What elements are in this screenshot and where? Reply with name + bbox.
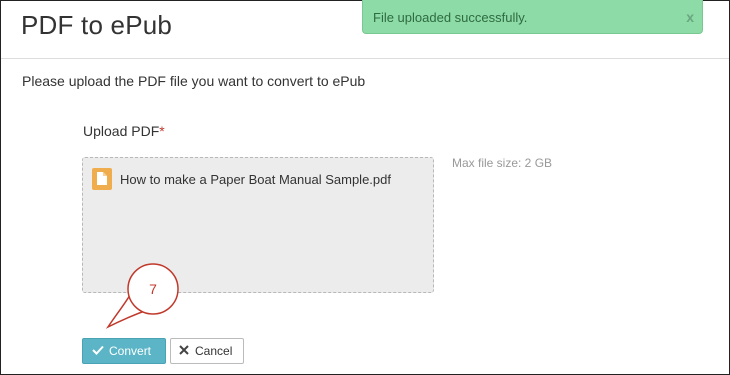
cancel-label: Cancel [195, 344, 233, 358]
header-divider [1, 58, 729, 59]
success-toast: File uploaded successfully. x [362, 0, 703, 34]
page-title: PDF to ePub [21, 10, 173, 40]
uploaded-file-name: How to make a Paper Boat Manual Sample.p… [120, 172, 391, 187]
close-icon [177, 344, 191, 358]
convert-button[interactable]: Convert [82, 338, 166, 364]
cancel-button[interactable]: Cancel [170, 338, 244, 364]
max-file-size-hint: Max file size: 2 GB [452, 156, 553, 170]
instruction-text: Please upload the PDF file you want to c… [22, 73, 366, 89]
toast-message: File uploaded successfully. [373, 10, 528, 25]
upload-dropzone[interactable]: How to make a Paper Boat Manual Sample.p… [82, 157, 434, 293]
convert-label: Convert [109, 344, 152, 358]
checkmark-icon [91, 344, 105, 358]
upload-label: Upload PDF* [83, 123, 165, 139]
document-icon [92, 168, 112, 190]
required-marker: * [159, 123, 165, 139]
upload-label-text: Upload PDF [83, 123, 160, 139]
toast-close-button[interactable]: x [686, 9, 694, 25]
